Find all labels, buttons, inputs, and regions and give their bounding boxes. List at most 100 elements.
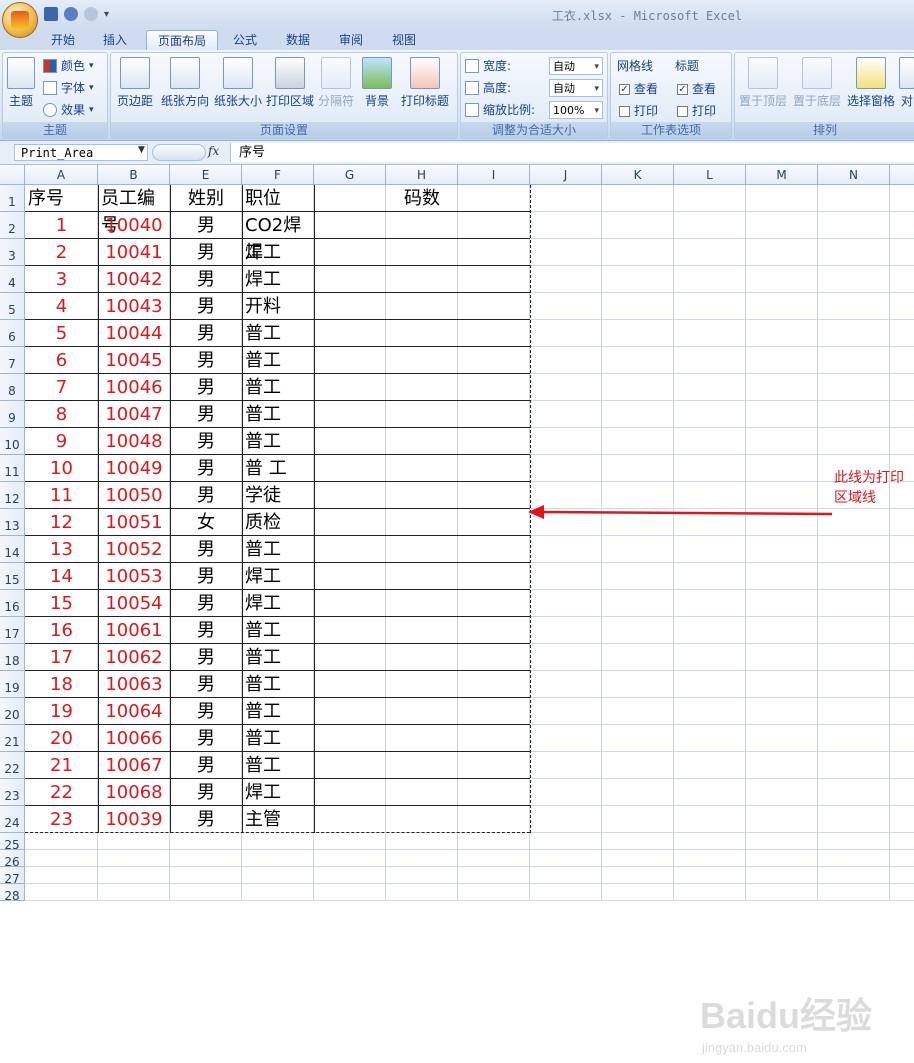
cell[interactable] <box>746 867 818 884</box>
cell[interactable] <box>386 212 458 239</box>
cell[interactable] <box>458 725 530 752</box>
cell[interactable] <box>458 536 530 563</box>
cell[interactable] <box>890 833 914 850</box>
cell[interactable] <box>674 185 746 212</box>
cell[interactable] <box>386 590 458 617</box>
cell[interactable] <box>602 455 674 482</box>
cell[interactable] <box>386 347 458 374</box>
cell[interactable] <box>314 536 386 563</box>
cell[interactable] <box>818 293 890 320</box>
cell[interactable] <box>386 884 458 901</box>
cell[interactable] <box>602 698 674 725</box>
cell[interactable] <box>530 293 602 320</box>
cell[interactable] <box>890 698 914 725</box>
gridlines-view-checkbox[interactable]: ✓ 查看 <box>619 79 658 99</box>
theme-effects-button[interactable]: 效果 ▾ <box>43 100 94 120</box>
cell[interactable] <box>674 752 746 779</box>
column-header[interactable]: N <box>818 165 890 185</box>
cell[interactable] <box>602 239 674 266</box>
cell[interactable] <box>314 455 386 482</box>
cell[interactable] <box>818 185 890 212</box>
select-all-corner[interactable] <box>0 165 25 185</box>
background-button[interactable]: 背景 <box>359 57 395 117</box>
cell[interactable] <box>602 590 674 617</box>
cell[interactable] <box>890 320 914 347</box>
cell[interactable] <box>746 239 818 266</box>
cell[interactable] <box>674 536 746 563</box>
cell[interactable] <box>890 185 914 212</box>
cell[interactable] <box>602 212 674 239</box>
row-header[interactable]: 19 <box>0 671 25 698</box>
formula-bar-handle[interactable] <box>152 144 206 161</box>
cell[interactable] <box>386 867 458 884</box>
cell[interactable] <box>674 833 746 850</box>
cell[interactable] <box>386 455 458 482</box>
width-select[interactable]: 自动 <box>549 57 603 76</box>
cell[interactable] <box>818 212 890 239</box>
row-header[interactable]: 24 <box>0 806 25 833</box>
cell[interactable] <box>530 536 602 563</box>
cell[interactable] <box>746 617 818 644</box>
cell[interactable] <box>530 455 602 482</box>
cell[interactable] <box>746 725 818 752</box>
cell[interactable] <box>458 374 530 401</box>
name-box-dropdown-icon[interactable]: ▼ <box>138 145 145 155</box>
cell[interactable] <box>890 806 914 833</box>
cell[interactable] <box>674 320 746 347</box>
cell[interactable] <box>386 374 458 401</box>
cell[interactable] <box>602 428 674 455</box>
name-box[interactable]: Print_Area <box>14 144 148 161</box>
cell[interactable] <box>746 347 818 374</box>
cell[interactable] <box>25 850 98 867</box>
cell[interactable] <box>602 563 674 590</box>
cell[interactable] <box>890 752 914 779</box>
cell[interactable] <box>818 563 890 590</box>
cell[interactable] <box>458 617 530 644</box>
cell[interactable] <box>386 644 458 671</box>
cell[interactable] <box>890 239 914 266</box>
cell[interactable] <box>530 320 602 347</box>
cell[interactable] <box>818 725 890 752</box>
cell[interactable] <box>818 536 890 563</box>
cell[interactable] <box>602 320 674 347</box>
cell[interactable] <box>818 347 890 374</box>
cell[interactable] <box>602 850 674 867</box>
cell[interactable] <box>458 293 530 320</box>
cell[interactable] <box>314 725 386 752</box>
row-header[interactable]: 6 <box>0 320 25 347</box>
cell[interactable] <box>458 428 530 455</box>
cell[interactable] <box>890 867 914 884</box>
insert-function-icon[interactable]: fx <box>208 144 219 158</box>
cell[interactable] <box>818 320 890 347</box>
cell[interactable] <box>674 266 746 293</box>
cell[interactable] <box>602 884 674 901</box>
cell[interactable] <box>602 806 674 833</box>
cell[interactable] <box>530 374 602 401</box>
margins-button[interactable]: 页边距 <box>113 57 157 117</box>
cell[interactable] <box>818 867 890 884</box>
cell[interactable] <box>386 536 458 563</box>
cell[interactable] <box>890 671 914 698</box>
cell[interactable] <box>674 563 746 590</box>
cell[interactable] <box>890 644 914 671</box>
column-header[interactable]: I <box>458 165 530 185</box>
cell[interactable] <box>890 617 914 644</box>
cell[interactable] <box>746 698 818 725</box>
cell[interactable] <box>602 867 674 884</box>
cell[interactable] <box>674 212 746 239</box>
column-header[interactable]: G <box>314 165 386 185</box>
theme-colors-button[interactable]: 颜色 ▾ <box>43 56 94 76</box>
cell[interactable] <box>98 867 170 884</box>
cell[interactable] <box>530 266 602 293</box>
cell[interactable] <box>314 644 386 671</box>
cell[interactable] <box>458 698 530 725</box>
cell[interactable] <box>818 806 890 833</box>
cell[interactable] <box>314 806 386 833</box>
cell[interactable] <box>458 455 530 482</box>
row-header[interactable]: 26 <box>0 850 25 869</box>
cell[interactable] <box>818 590 890 617</box>
cell[interactable] <box>242 850 314 867</box>
cell[interactable] <box>386 401 458 428</box>
cell[interactable] <box>530 850 602 867</box>
cell[interactable] <box>818 401 890 428</box>
